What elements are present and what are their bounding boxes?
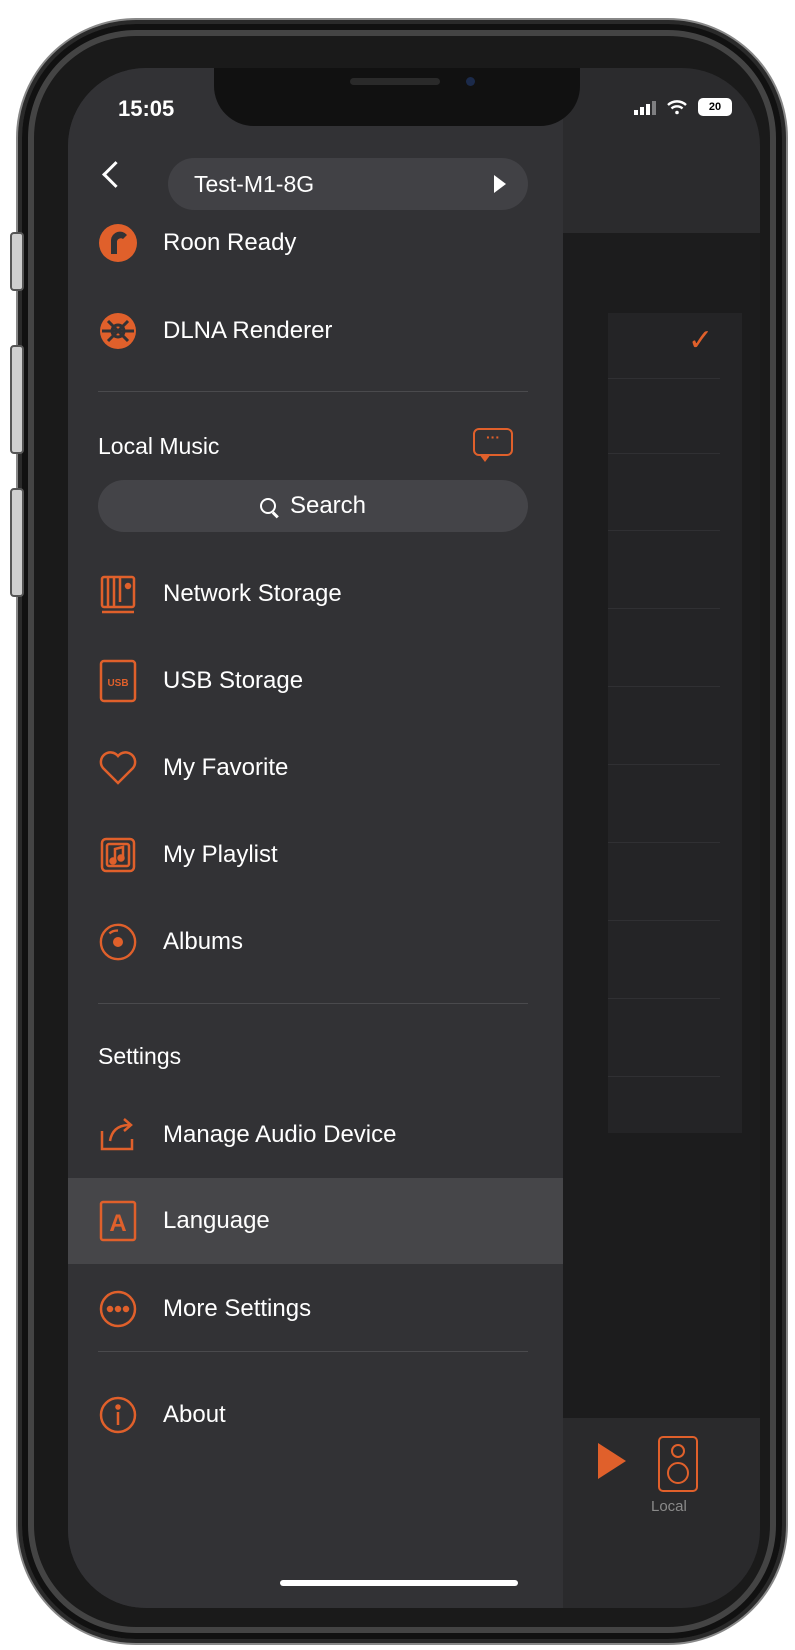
- menu-item-about[interactable]: About: [68, 1383, 563, 1447]
- background-row-divider: [608, 686, 720, 687]
- background-row-divider: [608, 608, 720, 609]
- source-item-roon[interactable]: Roon Ready: [68, 211, 563, 275]
- speaker-grille: [350, 78, 440, 85]
- search-icon: [259, 498, 276, 514]
- svg-text:USB: USB: [107, 678, 128, 689]
- svg-text:A: A: [109, 1210, 126, 1237]
- divider: [98, 1351, 528, 1352]
- menu-item-more-settings[interactable]: More Settings: [68, 1277, 563, 1341]
- local-music-heading: Local Music: [98, 433, 220, 459]
- back-chevron-icon[interactable]: [102, 161, 129, 188]
- search-button[interactable]: Search: [98, 480, 528, 532]
- play-triangle-icon: [494, 175, 506, 193]
- info-icon: [98, 1395, 138, 1435]
- background-row-divider: [608, 530, 720, 531]
- search-label: Search: [289, 492, 367, 519]
- background-row-divider: [608, 1076, 720, 1077]
- divider: [98, 1003, 528, 1004]
- menu-label: Network Storage: [163, 580, 342, 607]
- menu-item-my-favorite[interactable]: My Favorite: [68, 736, 563, 800]
- share-device-icon: [98, 1115, 138, 1155]
- menu-label: More Settings: [163, 1295, 312, 1322]
- menu-label: About: [163, 1401, 226, 1428]
- menu-item-albums[interactable]: Albums: [68, 910, 563, 974]
- front-camera: [466, 77, 475, 86]
- menu-label: Albums: [163, 928, 244, 955]
- menu-label: My Favorite: [163, 754, 289, 781]
- menu-label: USB Storage: [163, 667, 304, 694]
- mute-switch: [10, 232, 24, 291]
- menu-item-my-playlist[interactable]: My Playlist: [68, 823, 563, 887]
- status-indicators: 20: [634, 98, 732, 116]
- battery-icon: 20: [698, 98, 732, 116]
- menu-item-manage-audio-device[interactable]: Manage Audio Device: [68, 1103, 563, 1167]
- usb-storage-icon: USB: [98, 659, 138, 703]
- cellular-signal-icon: [634, 99, 656, 115]
- menu-label: Language: [163, 1207, 270, 1234]
- divider: [98, 391, 528, 392]
- background-row-divider: [608, 378, 720, 379]
- source-label: DLNA Renderer: [163, 317, 333, 344]
- roon-icon: [98, 223, 138, 263]
- dlna-icon: [98, 311, 138, 351]
- menu-item-network-storage[interactable]: Network Storage: [68, 562, 563, 626]
- feedback-chat-icon[interactable]: ···: [473, 428, 513, 462]
- source-item-dlna[interactable]: DLNA Renderer: [68, 299, 563, 363]
- side-drawer: 15:05 Test-M1-8G Roon Ready DLNA Rendere…: [68, 68, 563, 1608]
- menu-item-usb-storage[interactable]: USB USB Storage: [68, 649, 563, 713]
- speaker-icon[interactable]: [658, 1436, 698, 1492]
- device-selector[interactable]: Test-M1-8G: [168, 158, 528, 210]
- menu-label: My Playlist: [163, 841, 278, 868]
- background-list: [608, 313, 742, 1133]
- background-row-divider: [608, 842, 720, 843]
- menu-label: Manage Audio Device: [163, 1121, 397, 1148]
- background-row-divider: [608, 764, 720, 765]
- home-indicator[interactable]: [280, 1580, 518, 1586]
- language-icon: A: [98, 1200, 138, 1242]
- notch: [214, 68, 580, 126]
- status-time: 15:05: [118, 96, 175, 121]
- volume-down-button: [10, 488, 24, 597]
- network-storage-icon: [98, 574, 138, 614]
- background-row-divider: [608, 920, 720, 921]
- more-icon: [98, 1289, 138, 1329]
- wifi-icon: [667, 100, 687, 115]
- local-label: Local: [651, 1498, 687, 1515]
- playlist-icon: [98, 835, 138, 875]
- phone-screen: ✓ Local 15:05 Test-M1-8G Roon Ready DLNA…: [68, 68, 760, 1608]
- heart-icon: [98, 748, 138, 788]
- settings-heading: Settings: [98, 1043, 182, 1069]
- device-name: Test-M1-8G: [194, 170, 315, 197]
- background-row-divider: [608, 998, 720, 999]
- source-label: Roon Ready: [163, 229, 297, 256]
- background-row-divider: [608, 453, 720, 454]
- album-disc-icon: [98, 922, 138, 962]
- play-icon[interactable]: [598, 1443, 626, 1479]
- volume-up-button: [10, 345, 24, 454]
- checkmark-icon: ✓: [688, 324, 714, 357]
- menu-item-language[interactable]: A Language: [68, 1178, 563, 1264]
